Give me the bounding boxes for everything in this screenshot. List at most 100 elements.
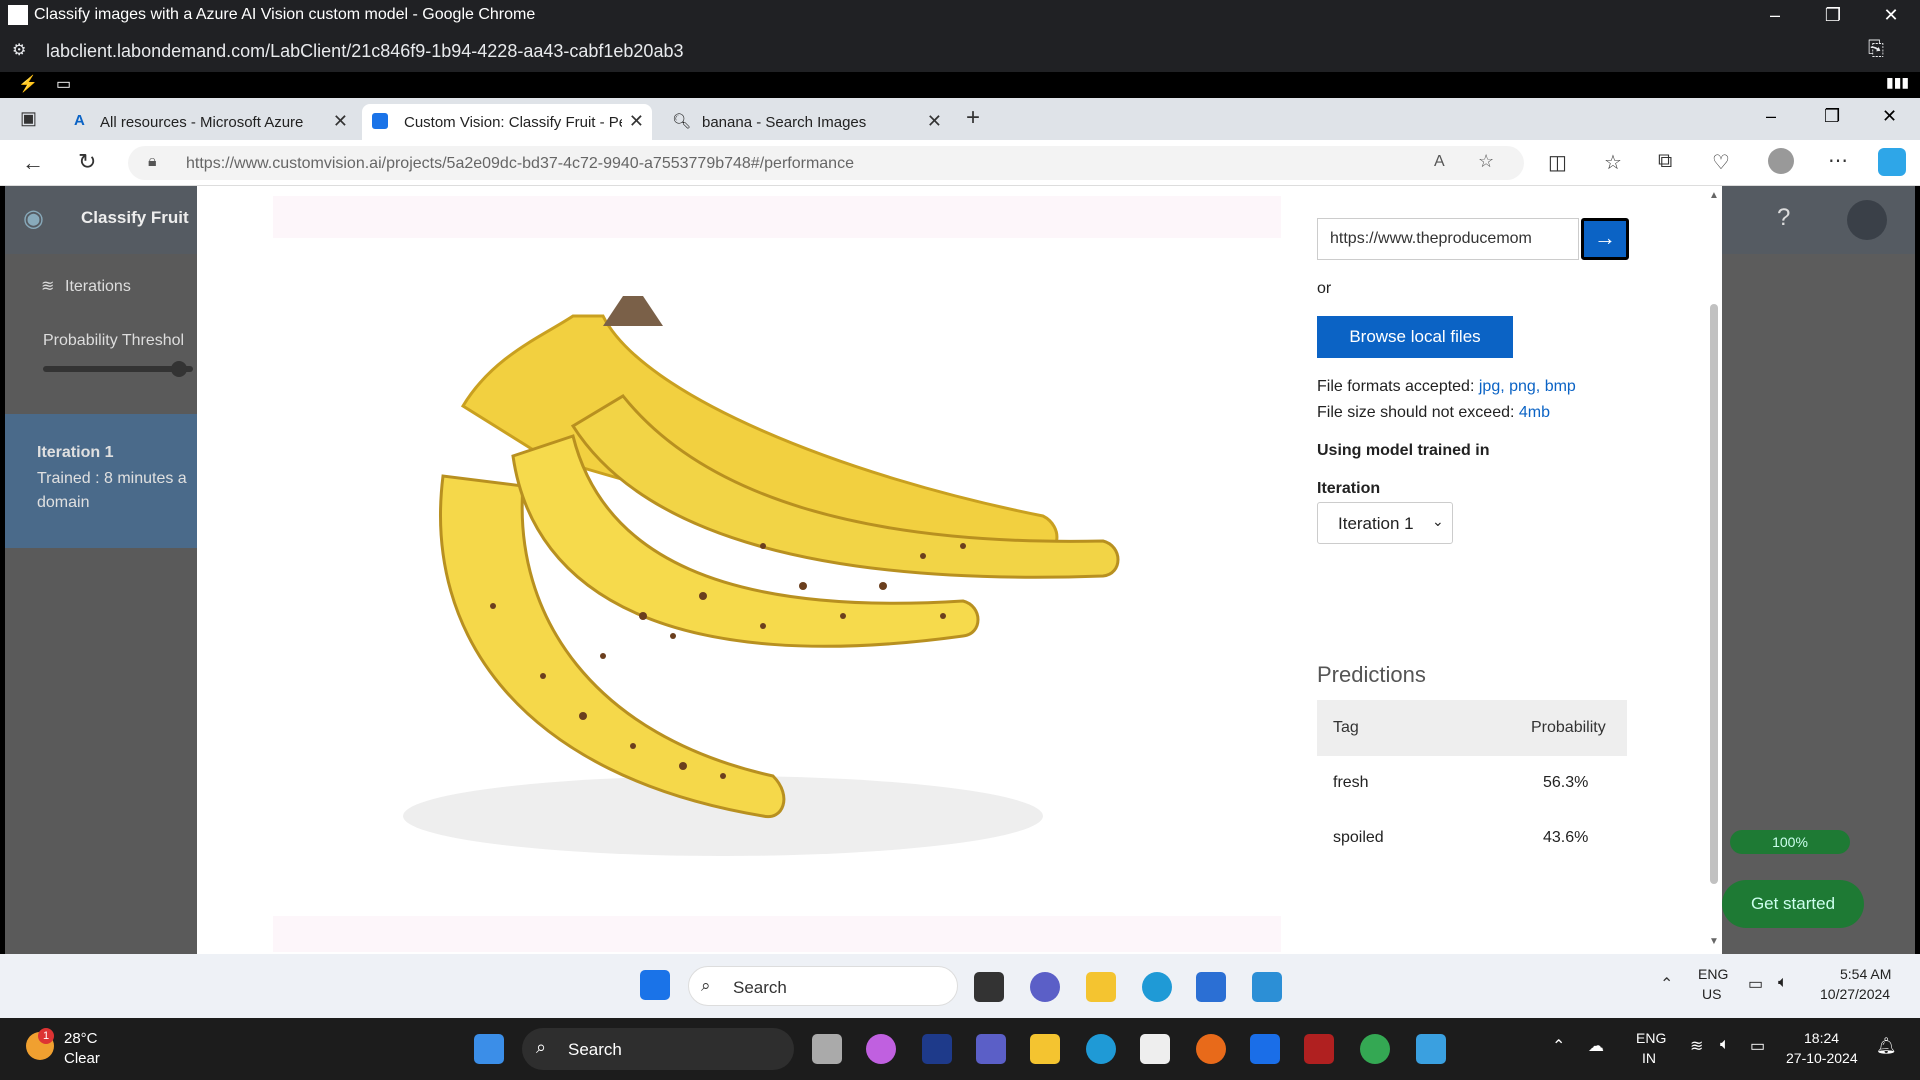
cloud-off-icon[interactable]: ☁: [1588, 1036, 1604, 1056]
inner-clock-time[interactable]: 5:54 AM: [1840, 966, 1891, 982]
dropbox-icon[interactable]: [1250, 1034, 1280, 1064]
profile-avatar[interactable]: [1768, 148, 1794, 174]
scrollbar-thumb[interactable]: [1710, 304, 1718, 884]
outer-url-text[interactable]: labclient.labondemand.com/LabClient/21c8…: [46, 41, 683, 62]
formats-links[interactable]: jpg, png, bmp: [1479, 378, 1576, 395]
browser-essentials-icon[interactable]: ♡: [1712, 150, 1730, 175]
notification-bell-icon[interactable]: 🔔︎: [1876, 1036, 1896, 1056]
scroll-down-icon[interactable]: ▼: [1709, 936, 1719, 947]
site-settings-icon[interactable]: ⚙: [12, 40, 26, 60]
inner-clock-date[interactable]: 10/27/2024: [1820, 986, 1890, 1002]
copilot-icon[interactable]: [866, 1034, 896, 1064]
lightning-icon[interactable]: ⚡: [18, 74, 38, 94]
browse-local-files-button[interactable]: Browse local files: [1317, 316, 1513, 358]
size-label: File size should not exceed:: [1317, 404, 1515, 421]
task-view-icon[interactable]: [974, 972, 1004, 1002]
threshold-slider[interactable]: [43, 361, 193, 377]
vscode-icon[interactable]: [1252, 972, 1282, 1002]
task-view-icon[interactable]: [812, 1034, 842, 1064]
battery-icon[interactable]: ▭: [1750, 1036, 1765, 1056]
formats-label: File formats accepted:: [1317, 378, 1475, 395]
region-label[interactable]: US: [1702, 986, 1721, 1002]
refresh-icon[interactable]: ↻: [78, 149, 96, 175]
monitor-icon[interactable]: ▭: [56, 74, 71, 94]
restore-icon[interactable]: ❐: [1824, 106, 1840, 127]
store-icon[interactable]: [1140, 1034, 1170, 1064]
minimize-icon[interactable]: –: [1766, 106, 1776, 127]
table-row: spoiled 43.6%: [1317, 811, 1627, 866]
iterations-label[interactable]: Iterations: [65, 278, 131, 296]
file-explorer-icon[interactable]: [1086, 972, 1116, 1002]
help-icon[interactable]: ?: [1777, 204, 1790, 232]
tab-actions-icon[interactable]: ▣: [20, 108, 37, 129]
user-avatar[interactable]: [1847, 200, 1887, 240]
volume-icon[interactable]: 🔈︎: [1720, 1036, 1730, 1054]
outer-clock-time[interactable]: 18:24: [1804, 1030, 1839, 1046]
windows-start-icon[interactable]: [640, 970, 670, 1000]
image-url-input[interactable]: [1317, 218, 1579, 260]
inner-search-box[interactable]: ⌕ Search: [688, 966, 958, 1006]
read-aloud-icon[interactable]: A: [1434, 153, 1445, 171]
firefox-icon[interactable]: [1196, 1034, 1226, 1064]
language-label[interactable]: ENG: [1636, 1030, 1666, 1046]
tab-azure-resources[interactable]: A All resources - Microsoft Azure ✕: [66, 104, 356, 140]
tab-custom-vision[interactable]: Custom Vision: Classify Fruit - Pe ✕: [362, 104, 652, 140]
back-icon[interactable]: ←: [22, 150, 44, 176]
favorites-icon[interactable]: ☆: [1604, 150, 1622, 175]
project-name[interactable]: Classify Fruit: [81, 208, 189, 228]
app-icon[interactable]: [1304, 1034, 1334, 1064]
close-icon[interactable]: ✕: [1868, 0, 1914, 30]
using-model-label: Using model trained in: [1317, 442, 1490, 459]
no-clipboard-icon[interactable]: ⎘: [1868, 38, 1884, 61]
copilot-icon[interactable]: [1878, 148, 1906, 176]
outer-search-box[interactable]: ⌕ Search: [522, 1028, 794, 1070]
url-text[interactable]: https://www.customvision.ai/projects/5a2…: [186, 155, 854, 173]
close-tab-icon[interactable]: ✕: [927, 111, 942, 132]
outer-url-bar: ⚙ labclient.labondemand.com/LabClient/21…: [0, 30, 1920, 72]
chat-icon[interactable]: [1030, 972, 1060, 1002]
chevron-up-icon[interactable]: ⌃: [1552, 1036, 1565, 1056]
file-explorer-icon[interactable]: [1030, 1034, 1060, 1064]
weather-temp[interactable]: 28°C: [64, 1030, 98, 1047]
new-tab-icon[interactable]: +: [966, 104, 980, 132]
chrome-icon[interactable]: [1360, 1034, 1390, 1064]
language-label[interactable]: ENG: [1698, 966, 1728, 982]
inner-taskbar: ⌕ Search ⌃ ENG US ▭ 🔈︎ 5:54 AM 10/27/202…: [0, 954, 1920, 1018]
slider-handle[interactable]: [171, 361, 187, 377]
close-tab-icon[interactable]: ✕: [333, 111, 348, 132]
cv-sidebar: ≋ Iterations Probability Threshol: [5, 254, 200, 954]
defender-icon[interactable]: [922, 1034, 952, 1064]
close-tab-icon[interactable]: ✕: [629, 111, 644, 132]
edge-icon[interactable]: [1086, 1034, 1116, 1064]
scroll-up-icon[interactable]: ▲: [1709, 190, 1719, 201]
edge-icon[interactable]: [1142, 972, 1172, 1002]
submit-url-button[interactable]: →: [1581, 218, 1629, 260]
more-options-icon[interactable]: ⋯: [1828, 148, 1848, 173]
teams-icon[interactable]: [976, 1034, 1006, 1064]
iteration-card[interactable]: Iteration 1 Trained : 8 minutes a domain: [5, 414, 200, 548]
windows-start-icon[interactable]: [474, 1034, 504, 1064]
network-icon[interactable]: ▭: [1748, 974, 1763, 994]
close-icon[interactable]: ✕: [1882, 106, 1897, 127]
weather-desc[interactable]: Clear: [64, 1050, 100, 1067]
region-label[interactable]: IN: [1642, 1050, 1656, 1066]
layers-icon: ≋: [41, 278, 55, 295]
volume-icon[interactable]: 🔈︎: [1778, 974, 1788, 992]
chevron-up-icon[interactable]: ⌃: [1660, 974, 1673, 994]
tag-cell: fresh: [1333, 774, 1369, 791]
table-header: Tag Probability: [1317, 700, 1627, 756]
notepad-icon[interactable]: [1416, 1034, 1446, 1064]
get-started-button[interactable]: Get started: [1722, 880, 1864, 928]
outer-clock-date[interactable]: 27-10-2024: [1786, 1050, 1858, 1066]
store-icon[interactable]: [1196, 972, 1226, 1002]
minimize-icon[interactable]: –: [1752, 0, 1798, 30]
tab-banana-search[interactable]: 🔍︎ banana - Search Images ✕: [660, 104, 950, 140]
split-screen-icon[interactable]: ◫: [1548, 150, 1567, 175]
modal-scrollbar[interactable]: ▲ ▼: [1706, 186, 1722, 954]
restore-icon[interactable]: ❐: [1810, 0, 1856, 30]
collections-icon[interactable]: ⧉: [1658, 150, 1672, 173]
favorite-star-icon[interactable]: ☆: [1478, 151, 1494, 172]
address-box[interactable]: 🔒︎ https://www.customvision.ai/projects/…: [128, 146, 1524, 180]
wifi-icon[interactable]: ≋: [1690, 1036, 1703, 1056]
iteration-select[interactable]: Iteration 1 ⌄: [1317, 502, 1453, 544]
